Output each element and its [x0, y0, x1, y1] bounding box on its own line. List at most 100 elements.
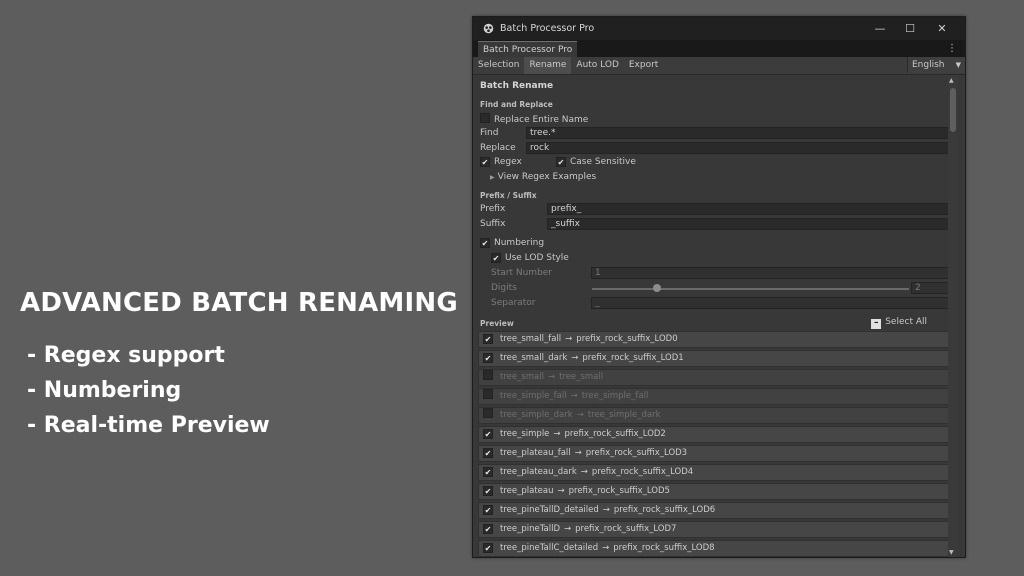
arrow-right-icon: →: [580, 467, 588, 477]
digits-slider-handle[interactable]: [653, 284, 661, 292]
preview-item-from: tree_pineTallC_detailed: [500, 543, 599, 553]
preview-item-checkbox[interactable]: ✔: [483, 334, 493, 344]
promo-bullet: - Numbering: [27, 378, 182, 403]
window-titlebar[interactable]: Batch Processor Pro — ☐ ✕: [473, 17, 965, 40]
replace-entire-name-checkbox[interactable]: [480, 113, 490, 123]
preview-item-checkbox[interactable]: ✔: [483, 429, 493, 439]
document-tab-bar: Batch Processor Pro ⋮: [473, 40, 965, 57]
preview-item[interactable]: ✔ tree_small_fall → prefix_rock_suffix_LOD0: [478, 331, 949, 348]
preview-item[interactable]: ✔ tree_pineTallD_detailed → prefix_rock_suf…: [478, 502, 949, 519]
use-lod-style-toggle[interactable]: ✔ Use LOD Style: [491, 253, 569, 263]
case-sensitive-checkbox[interactable]: ✔: [556, 157, 566, 167]
suffix-label: Suffix: [480, 219, 506, 229]
scroll-up-icon[interactable]: ▲: [949, 77, 954, 84]
arrow-right-icon: →: [565, 334, 573, 344]
preview-item[interactable]: tree_simple_dark → tree_simple_dark: [478, 407, 949, 424]
promo-title: ADVANCED BATCH RENAMING: [20, 288, 458, 318]
tab-export[interactable]: Export: [624, 57, 663, 74]
preview-item[interactable]: ✔ tree_simple → prefix_rock_suffix_LOD2: [478, 426, 949, 443]
preview-item[interactable]: ✔ tree_pineTallC_detailed → prefix_rock_suf…: [478, 540, 949, 557]
arrow-right-icon: →: [602, 505, 610, 515]
triangle-right-icon: ▶: [490, 174, 495, 181]
preview-item-from: tree_plateau_fall: [500, 448, 571, 458]
preview-item[interactable]: ✔ tree_plateau_dark → prefix_rock_suffix_LO…: [478, 464, 949, 481]
numbering-checkbox[interactable]: ✔: [480, 238, 490, 248]
preview-item-to: prefix_rock_suffix_LOD6: [613, 505, 716, 515]
use-lod-style-checkbox[interactable]: ✔: [491, 253, 501, 263]
start-number-input[interactable]: 1: [591, 267, 949, 279]
find-input[interactable]: tree.*: [526, 127, 949, 139]
digits-slider-track[interactable]: [592, 288, 909, 290]
preview-item-checkbox[interactable]: [483, 389, 493, 399]
preview-item-checkbox[interactable]: ✔: [483, 448, 493, 458]
regex-examples-label: View Regex Examples: [497, 172, 597, 182]
select-all-label: Select All: [885, 317, 927, 327]
preview-item[interactable]: ✔ tree_plateau → prefix_rock_suffix_LOD5: [478, 483, 949, 500]
promo-text-block: ADVANCED BATCH RENAMING - Regex support …: [20, 288, 458, 443]
digits-label: Digits: [491, 283, 517, 293]
start-number-label: Start Number: [491, 268, 553, 278]
suffix-input[interactable]: _suffix: [547, 218, 949, 230]
maximize-icon: ☐: [905, 22, 915, 35]
replace-entire-name-label: Replace Entire Name: [494, 115, 589, 125]
preview-item-checkbox[interactable]: ✔: [483, 524, 493, 534]
tab-auto-lod[interactable]: Auto LOD: [571, 57, 623, 74]
preview-item-checkbox[interactable]: [483, 408, 493, 418]
arrow-right-icon: →: [571, 353, 579, 363]
preview-item[interactable]: tree_small → tree_small: [478, 369, 949, 386]
scrollbar-thumb[interactable]: [950, 88, 956, 132]
numbering-toggle[interactable]: ✔ Numbering: [480, 238, 544, 248]
preview-item-from: tree_small_fall: [500, 334, 562, 344]
replace-input[interactable]: rock: [526, 142, 949, 154]
batch-processor-window: Batch Processor Pro — ☐ ✕ Batch Processo…: [472, 16, 966, 558]
preview-item[interactable]: ✔ tree_pineTallD → prefix_rock_suffix_LOD7: [478, 521, 949, 538]
preview-item-checkbox[interactable]: [483, 370, 493, 380]
language-dropdown[interactable]: English ▼: [907, 57, 965, 73]
arrow-right-icon: →: [548, 372, 556, 382]
case-sensitive-toggle[interactable]: ✔ Case Sensitive: [556, 157, 636, 167]
preview-item-to: prefix_rock_suffix_LOD2: [564, 429, 666, 439]
tab-batch-processor-pro[interactable]: Batch Processor Pro: [478, 41, 578, 57]
prefix-input[interactable]: prefix_: [547, 203, 949, 215]
arrow-right-icon: →: [576, 410, 584, 420]
close-button[interactable]: ✕: [927, 17, 957, 40]
preview-item-checkbox[interactable]: ✔: [483, 486, 493, 496]
regex-toggle[interactable]: ✔ Regex: [480, 157, 522, 167]
numbering-label: Numbering: [494, 238, 545, 248]
regex-examples-foldout[interactable]: ▶ View Regex Examples: [490, 172, 596, 182]
preview-item-from: tree_small_dark: [500, 353, 568, 363]
preview-item-checkbox[interactable]: ✔: [483, 505, 493, 515]
regex-checkbox[interactable]: ✔: [480, 157, 490, 167]
tab-selection[interactable]: Selection: [473, 57, 524, 74]
preview-item-to: prefix_rock_suffix_LOD3: [585, 448, 688, 458]
digits-value-input[interactable]: 2: [911, 282, 949, 294]
preview-item-checkbox[interactable]: ✔: [483, 543, 493, 553]
preview-item[interactable]: ✔ tree_plateau_fall → prefix_rock_suffix_LO…: [478, 445, 949, 462]
arrow-right-icon: →: [553, 429, 561, 439]
arrow-right-icon: →: [557, 486, 565, 496]
preview-item-to: tree_small: [559, 372, 604, 382]
preview-item[interactable]: tree_simple_fall → tree_simple_fall: [478, 388, 949, 405]
preview-item-to: tree_simple_dark: [587, 410, 661, 420]
preview-item-checkbox[interactable]: ✔: [483, 467, 493, 477]
rename-panel: Batch Rename Find and Replace Replace En…: [473, 75, 951, 557]
preview-item-checkbox[interactable]: ✔: [483, 353, 493, 363]
minimize-button[interactable]: —: [865, 17, 895, 40]
separator-input[interactable]: _: [591, 297, 949, 309]
scroll-down-icon[interactable]: ▼: [949, 549, 954, 556]
preview-item-from: tree_simple_dark: [500, 410, 573, 420]
vertical-scrollbar[interactable]: ▲ ▼: [948, 75, 958, 557]
maximize-button[interactable]: ☐: [895, 17, 925, 40]
kebab-menu-icon[interactable]: ⋮: [947, 41, 957, 56]
preview-item-to: prefix_rock_suffix_LOD4: [591, 467, 694, 477]
preview-item-from: tree_pineTallD_detailed: [500, 505, 599, 515]
preview-item-to: prefix_rock_suffix_LOD1: [582, 353, 684, 363]
tab-rename[interactable]: Rename: [524, 57, 572, 74]
case-sensitive-label: Case Sensitive: [570, 157, 636, 167]
select-all-toggle[interactable]: – Select All: [871, 317, 927, 329]
heading-find-replace: Find and Replace: [480, 100, 553, 109]
promo-bullet: - Real-time Preview: [27, 413, 270, 438]
preview-item-from: tree_pineTallD: [500, 524, 560, 534]
replace-entire-name-toggle[interactable]: Replace Entire Name: [480, 113, 588, 125]
preview-item[interactable]: ✔ tree_small_dark → prefix_rock_suffix_LOD1: [478, 350, 949, 367]
